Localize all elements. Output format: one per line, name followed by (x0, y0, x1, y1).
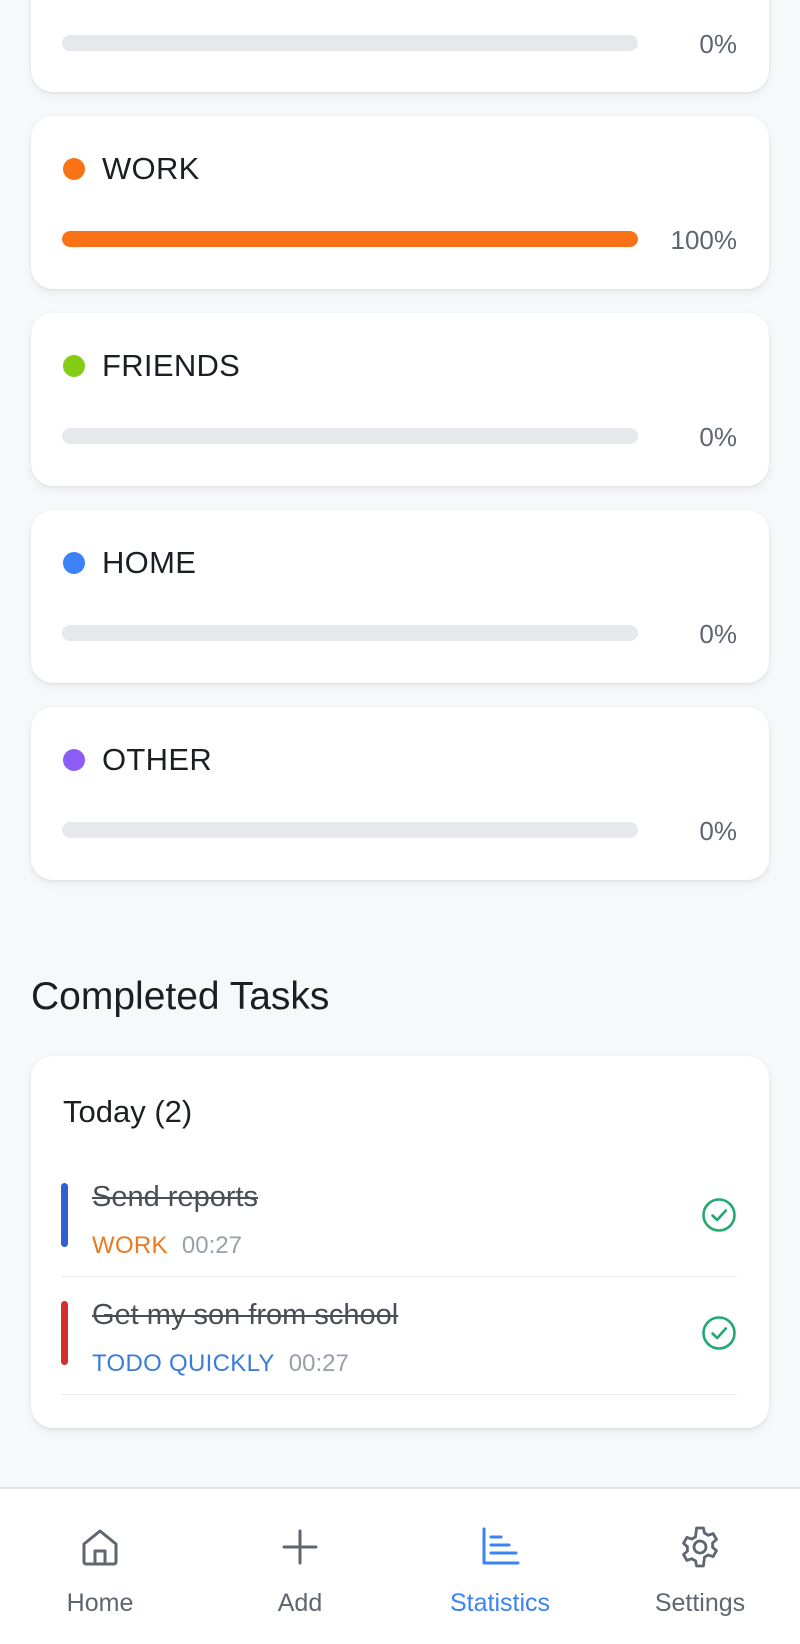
nav-item-add[interactable]: Add (200, 1489, 400, 1644)
task-title: Get my son from school (92, 1299, 399, 1331)
task-category-label: WORK (92, 1232, 168, 1259)
category-progress-track (62, 625, 638, 641)
category-progress-track (62, 822, 638, 838)
category-name: HOME (102, 545, 197, 580)
task-row[interactable]: Get my son from school TODO QUICKLY 00:27 (61, 1277, 737, 1395)
category-card-other[interactable]: OTHER 0% (31, 707, 769, 880)
category-name: FRIENDS (102, 348, 241, 383)
task-meta: TODO QUICKLY 00:27 (92, 1350, 349, 1378)
nav-label: Settings (654, 1589, 746, 1617)
category-progress-fill (62, 231, 638, 247)
task-time: 00:27 (181, 1232, 242, 1259)
category-percent: 0% (699, 29, 737, 59)
task-title: Send reports (92, 1181, 259, 1213)
task-meta: WORK 00:27 (92, 1232, 242, 1260)
nav-item-settings[interactable]: Settings (600, 1489, 800, 1644)
category-card-partial: 0% (31, 0, 769, 92)
category-progress-track (62, 428, 638, 444)
task-category-label: TODO QUICKLY (92, 1350, 275, 1377)
task-priority-bar (61, 1183, 68, 1247)
category-progress-track (62, 231, 638, 247)
gear-icon (682, 1526, 718, 1568)
check-circle-icon[interactable] (701, 1315, 737, 1351)
category-percent: 0% (699, 619, 737, 649)
category-card-work[interactable]: WORK 100% (31, 116, 769, 289)
category-color-dot (63, 158, 85, 180)
bar-chart-icon (482, 1527, 520, 1565)
completed-tasks-card: Today (2) Send reports WORK 00:27 Get my … (31, 1056, 769, 1428)
category-color-dot (63, 552, 85, 574)
category-progress-track (62, 35, 638, 51)
category-percent: 0% (699, 816, 737, 846)
plus-icon (282, 1529, 318, 1565)
nav-label: Statistics (449, 1589, 551, 1617)
nav-item-home[interactable]: Home (0, 1489, 200, 1644)
task-group-title: Today (2) (63, 1094, 193, 1129)
nav-label: Home (66, 1589, 134, 1617)
category-color-dot (63, 355, 85, 377)
category-card-friends[interactable]: FRIENDS 0% (31, 313, 769, 486)
category-name: OTHER (102, 742, 212, 777)
task-row[interactable]: Send reports WORK 00:27 (61, 1159, 737, 1277)
nav-label: Add (277, 1589, 323, 1617)
section-title-completed-tasks: Completed Tasks (31, 975, 330, 1018)
task-priority-bar (61, 1301, 68, 1365)
bottom-nav: Home Add Statistics Settings (0, 1487, 800, 1644)
nav-item-statistics[interactable]: Statistics (400, 1489, 600, 1644)
category-card-home[interactable]: HOME 0% (31, 510, 769, 683)
category-percent: 0% (699, 422, 737, 452)
task-time: 00:27 (288, 1350, 349, 1377)
category-color-dot (63, 749, 85, 771)
category-name: WORK (102, 151, 200, 186)
home-icon (82, 1529, 118, 1566)
check-circle-icon[interactable] (701, 1197, 737, 1233)
category-percent: 100% (670, 225, 738, 255)
